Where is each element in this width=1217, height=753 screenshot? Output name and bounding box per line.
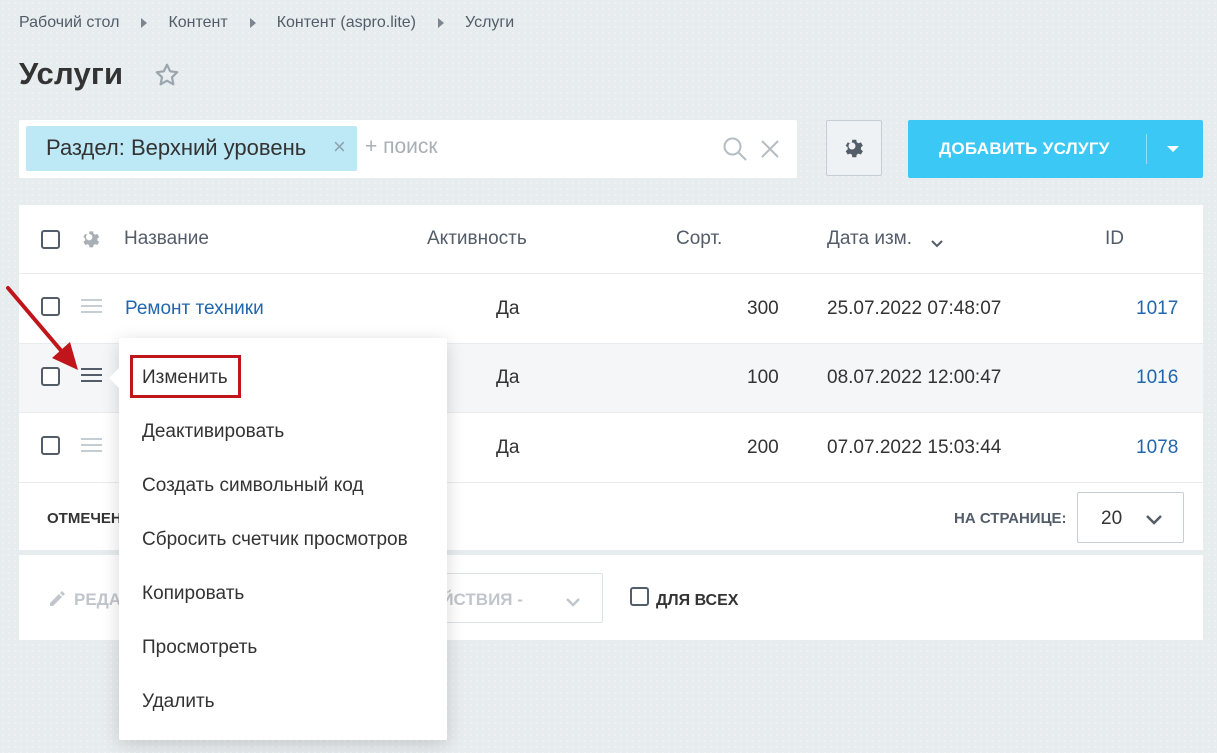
for-all-label: ДЛЯ ВСЕХ: [656, 592, 739, 609]
column-header-sort[interactable]: Сорт.: [676, 228, 722, 250]
column-header-active[interactable]: Активность: [427, 228, 527, 250]
annotation-arrow-icon: [0, 280, 90, 385]
highlight-box: [130, 355, 241, 398]
gear-icon: [845, 139, 863, 158]
chevron-down-icon[interactable]: [1167, 146, 1179, 152]
menu-item-copy[interactable]: Копировать: [142, 583, 244, 605]
menu-item-reset-views[interactable]: Сбросить счетчик просмотров: [142, 529, 408, 551]
row-active: Да: [496, 437, 520, 458]
column-header-date[interactable]: Дата изм.: [827, 228, 912, 250]
menu-item-deactivate[interactable]: Деактивировать: [142, 421, 284, 443]
breadcrumb-desktop[interactable]: Рабочий стол: [19, 14, 119, 32]
column-header-id[interactable]: ID: [1105, 228, 1124, 250]
row-id-link[interactable]: 1078: [1136, 437, 1178, 459]
row-date: 08.07.2022 12:00:47: [827, 367, 1002, 388]
pencil-icon: [47, 588, 67, 613]
row-sort: 100: [747, 367, 779, 388]
breadcrumb-content[interactable]: Контент: [168, 14, 227, 32]
row-active: Да: [496, 298, 520, 319]
chevron-down-icon[interactable]: [565, 594, 581, 612]
settings-button[interactable]: [826, 120, 882, 176]
row-checkbox[interactable]: [41, 436, 60, 455]
menu-item-create-code[interactable]: Создать символьный код: [142, 475, 363, 497]
star-icon[interactable]: [154, 62, 180, 93]
breadcrumb-content-aspro[interactable]: Контент (aspro.lite): [277, 14, 416, 32]
menu-pointer: [109, 367, 120, 389]
row-active: Да: [496, 367, 520, 388]
per-page-label: НА СТРАНИЦЕ:: [954, 510, 1067, 527]
page-title: Услуги: [19, 56, 124, 91]
row-id-link[interactable]: 1017: [1136, 298, 1178, 320]
for-all-checkbox[interactable]: [630, 587, 649, 606]
column-header-name[interactable]: Название: [124, 228, 209, 250]
menu-item-view[interactable]: Просмотреть: [142, 637, 257, 659]
menu-item-delete[interactable]: Удалить: [142, 691, 215, 713]
row-name-link[interactable]: Ремонт техники: [125, 298, 264, 320]
close-icon[interactable]: ×: [333, 134, 346, 160]
divider: [19, 273, 1203, 274]
marked-label: ОТМЕЧЕН: [47, 510, 122, 527]
breadcrumb-separator-icon: [249, 18, 256, 28]
search-icon[interactable]: [722, 136, 748, 167]
add-button-divider: [1146, 134, 1147, 164]
edit-button-label[interactable]: РЕДА: [74, 590, 121, 610]
chevron-down-icon[interactable]: [1145, 513, 1163, 531]
per-page-value: 20: [1101, 508, 1123, 529]
breadcrumb-separator-icon: [438, 18, 444, 28]
per-page-select[interactable]: [1077, 492, 1184, 543]
row-date: 07.07.2022 15:03:44: [827, 437, 1002, 458]
search-input[interactable]: + поиск: [365, 135, 438, 159]
row-sort: 300: [747, 298, 779, 319]
filter-chip-label: Раздел: Верхний уровень: [46, 135, 307, 160]
menu-icon[interactable]: [81, 438, 102, 456]
breadcrumb-separator-icon: [141, 18, 148, 28]
breadcrumb: Рабочий стол Контент Контент (aspro.lite…: [19, 13, 514, 33]
gear-icon[interactable]: [80, 228, 102, 255]
row-id-link[interactable]: 1016: [1136, 367, 1178, 389]
add-service-label: ДОБАВИТЬ УСЛУГУ: [939, 139, 1110, 158]
row-date: 25.07.2022 07:48:07: [827, 298, 1002, 319]
row-sort: 200: [747, 437, 779, 458]
select-all-checkbox[interactable]: [41, 230, 60, 249]
chevron-down-icon[interactable]: [930, 236, 944, 254]
breadcrumb-services[interactable]: Услуги: [465, 14, 514, 32]
clear-icon[interactable]: [760, 139, 780, 164]
